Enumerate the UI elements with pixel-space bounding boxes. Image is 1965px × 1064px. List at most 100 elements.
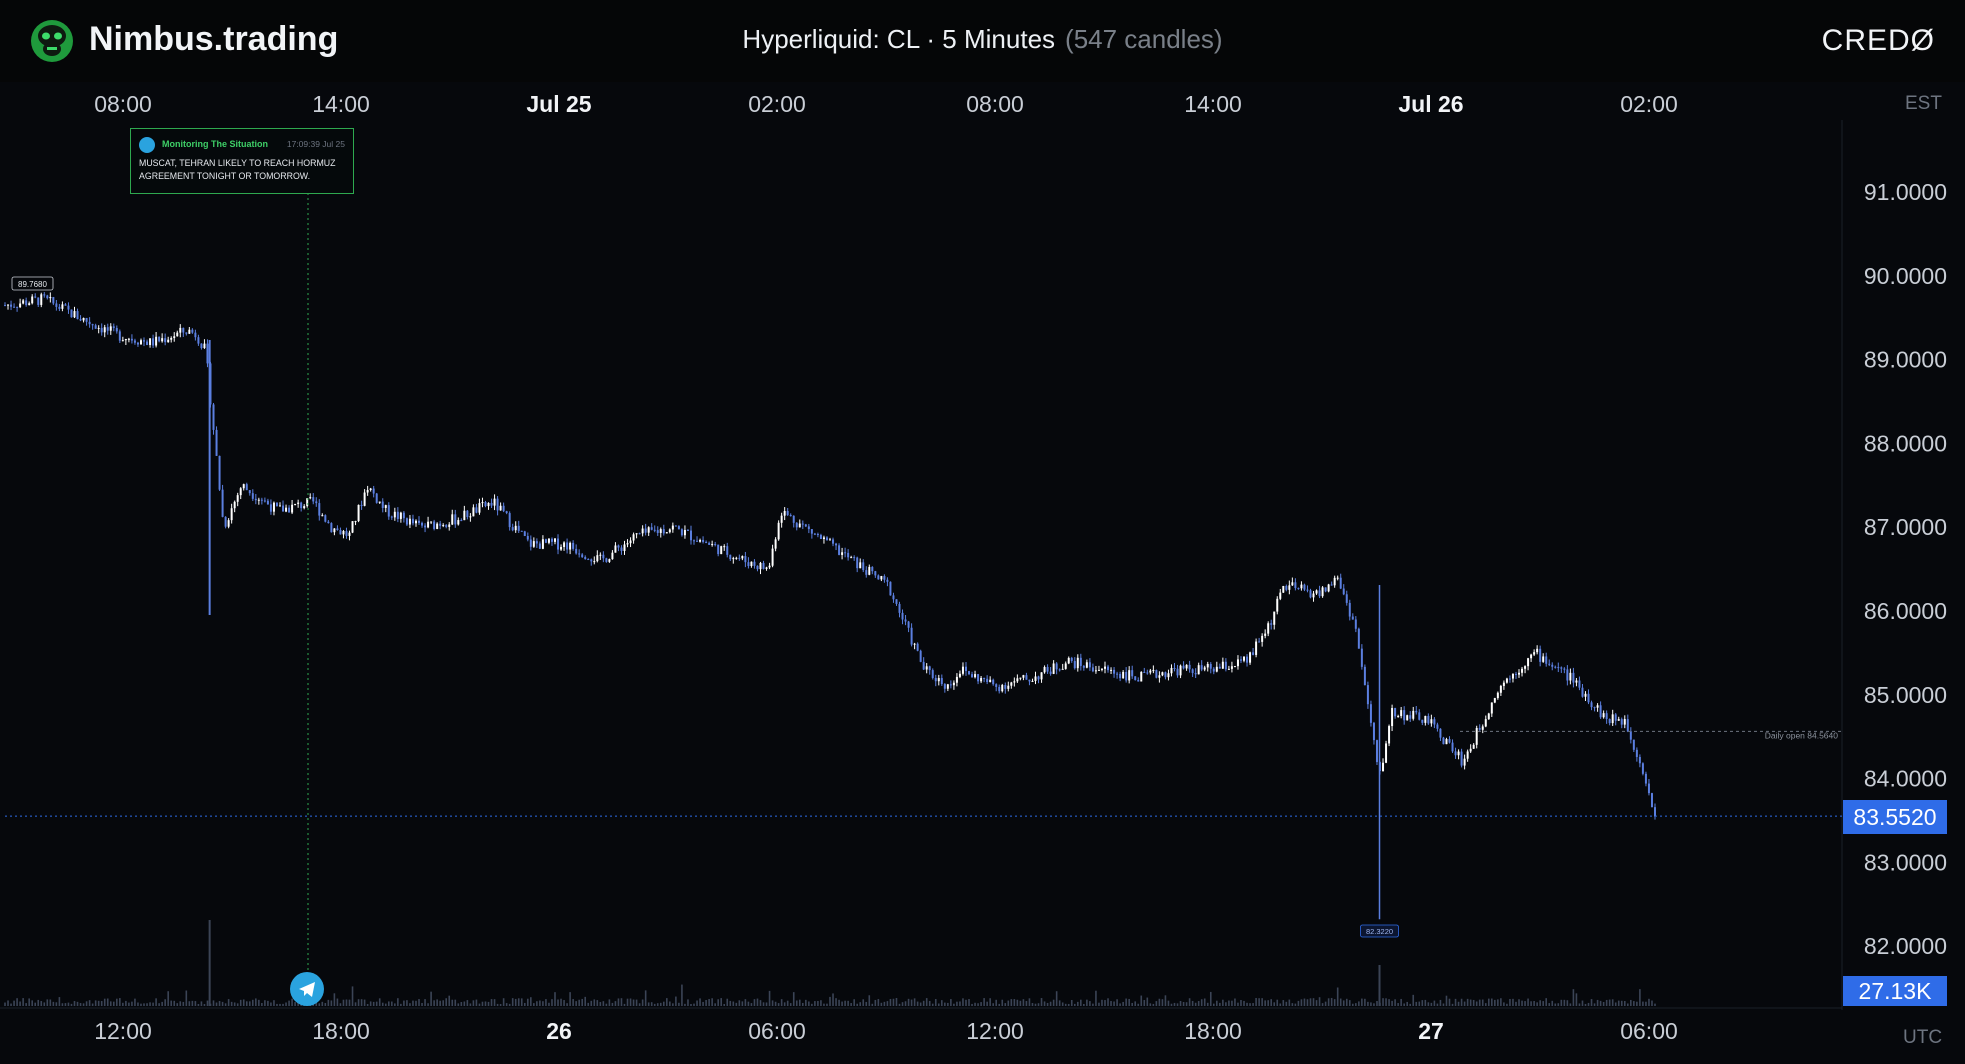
candle-body [1188,664,1191,670]
candle-body [977,674,980,682]
volume-bar [412,1000,414,1006]
volume-bar [1373,1003,1375,1006]
volume-bar [1424,999,1427,1006]
candle-body [345,531,348,536]
candle-body [1608,719,1611,724]
candle-body [535,541,538,544]
candle-body [1614,714,1617,721]
volume-bar [61,1003,64,1006]
volume-bar [505,1003,508,1006]
volume-bar [203,1003,206,1006]
volume-bar [448,995,451,1006]
volume-bar [1421,1000,1424,1006]
candle-body [1499,685,1502,693]
candle-body [804,524,807,527]
candle-body [4,305,6,307]
candle-body [1282,585,1285,593]
candle-body [708,542,711,545]
candle-body [161,338,164,342]
candle-body [1013,681,1016,683]
volume-bar [1654,1003,1656,1006]
candle-body [832,539,835,544]
candle-body [76,311,79,320]
candle-body [1239,659,1242,661]
volume-bar [563,1000,565,1006]
candle-body [1043,667,1046,673]
volume-bar [194,1001,197,1006]
candle-body [106,327,109,331]
volume-bar [1533,1000,1535,1006]
candle-body [699,539,702,542]
candle-body [520,530,523,532]
candle-body [1155,670,1158,678]
candle-body [756,565,759,570]
volume-bar [55,1002,58,1006]
volume-bar [421,1002,423,1006]
volume-bar [650,1002,653,1006]
volume-bar [1364,998,1366,1006]
volume-bar [1503,1002,1505,1006]
volume-bar [1288,999,1291,1006]
volume-bar [1599,1000,1602,1006]
volume-bar [947,1002,949,1006]
candle-body [463,510,466,521]
candle-body [1279,592,1282,599]
candle-body [538,543,541,549]
candle-body [139,340,142,345]
candle-body [179,327,182,333]
volume-bar [1234,998,1236,1006]
volume-bar [49,999,52,1006]
volume-bar [1439,999,1442,1006]
candle-body [1258,641,1261,643]
candle-body [774,539,777,549]
candle-body [257,499,260,501]
candle-body [339,529,342,535]
candle-body [61,304,64,309]
volume-bar [548,1002,550,1006]
volume-bar [517,998,520,1006]
top-time-axis[interactable]: 08:00 14:00 Jul 25 02:00 08:00 14:00 Jul 26 02:… [94,91,1678,117]
volume-bar [230,1001,233,1006]
news-annotation[interactable]: Monitoring The Situation 17:09:39 Jul 25… [130,128,354,194]
candle-body [121,340,124,342]
volume-bar [853,999,855,1006]
price-axis[interactable] [1842,82,1965,1064]
volume-bar [255,998,257,1006]
candle-body [968,671,971,675]
telegram-marker-button[interactable] [290,972,324,1006]
volume-bar [941,1000,943,1006]
volume-bar [530,997,532,1006]
bottom-time-axis[interactable]: 12:00 18:00 26 06:00 12:00 18:00 27 06:00 [94,1018,1678,1044]
volume-bar [1515,1001,1517,1006]
candle-body [19,303,22,308]
volume-bar [375,1001,378,1006]
candle-body [801,523,804,525]
volume-bar [409,1003,411,1006]
candle-body [895,599,898,604]
candle-body [641,528,644,534]
volume-bar [1107,998,1109,1006]
candle-body [260,499,263,501]
candle-body [1116,673,1119,675]
volume-bar [13,1000,15,1006]
candle-body [79,319,82,321]
volume-bar [841,1001,843,1006]
candle-body [874,571,877,576]
candle-body [786,510,789,516]
candle-body [659,529,662,533]
volume-bar [1034,1003,1037,1006]
volume-bar [1406,1001,1408,1006]
volume-bar [330,1000,333,1006]
volume-bar [1303,998,1306,1006]
candle-body [1212,668,1215,672]
candle-body [1542,656,1545,662]
volume-bar [1361,998,1363,1006]
volume-bar [1037,1003,1040,1006]
candle-body [590,559,593,562]
candle-body [16,306,19,308]
candle-body [910,627,913,645]
candle-body [484,502,487,507]
volume-bar [756,998,759,1006]
volume-bar [442,1000,444,1006]
candle-body [430,521,433,523]
